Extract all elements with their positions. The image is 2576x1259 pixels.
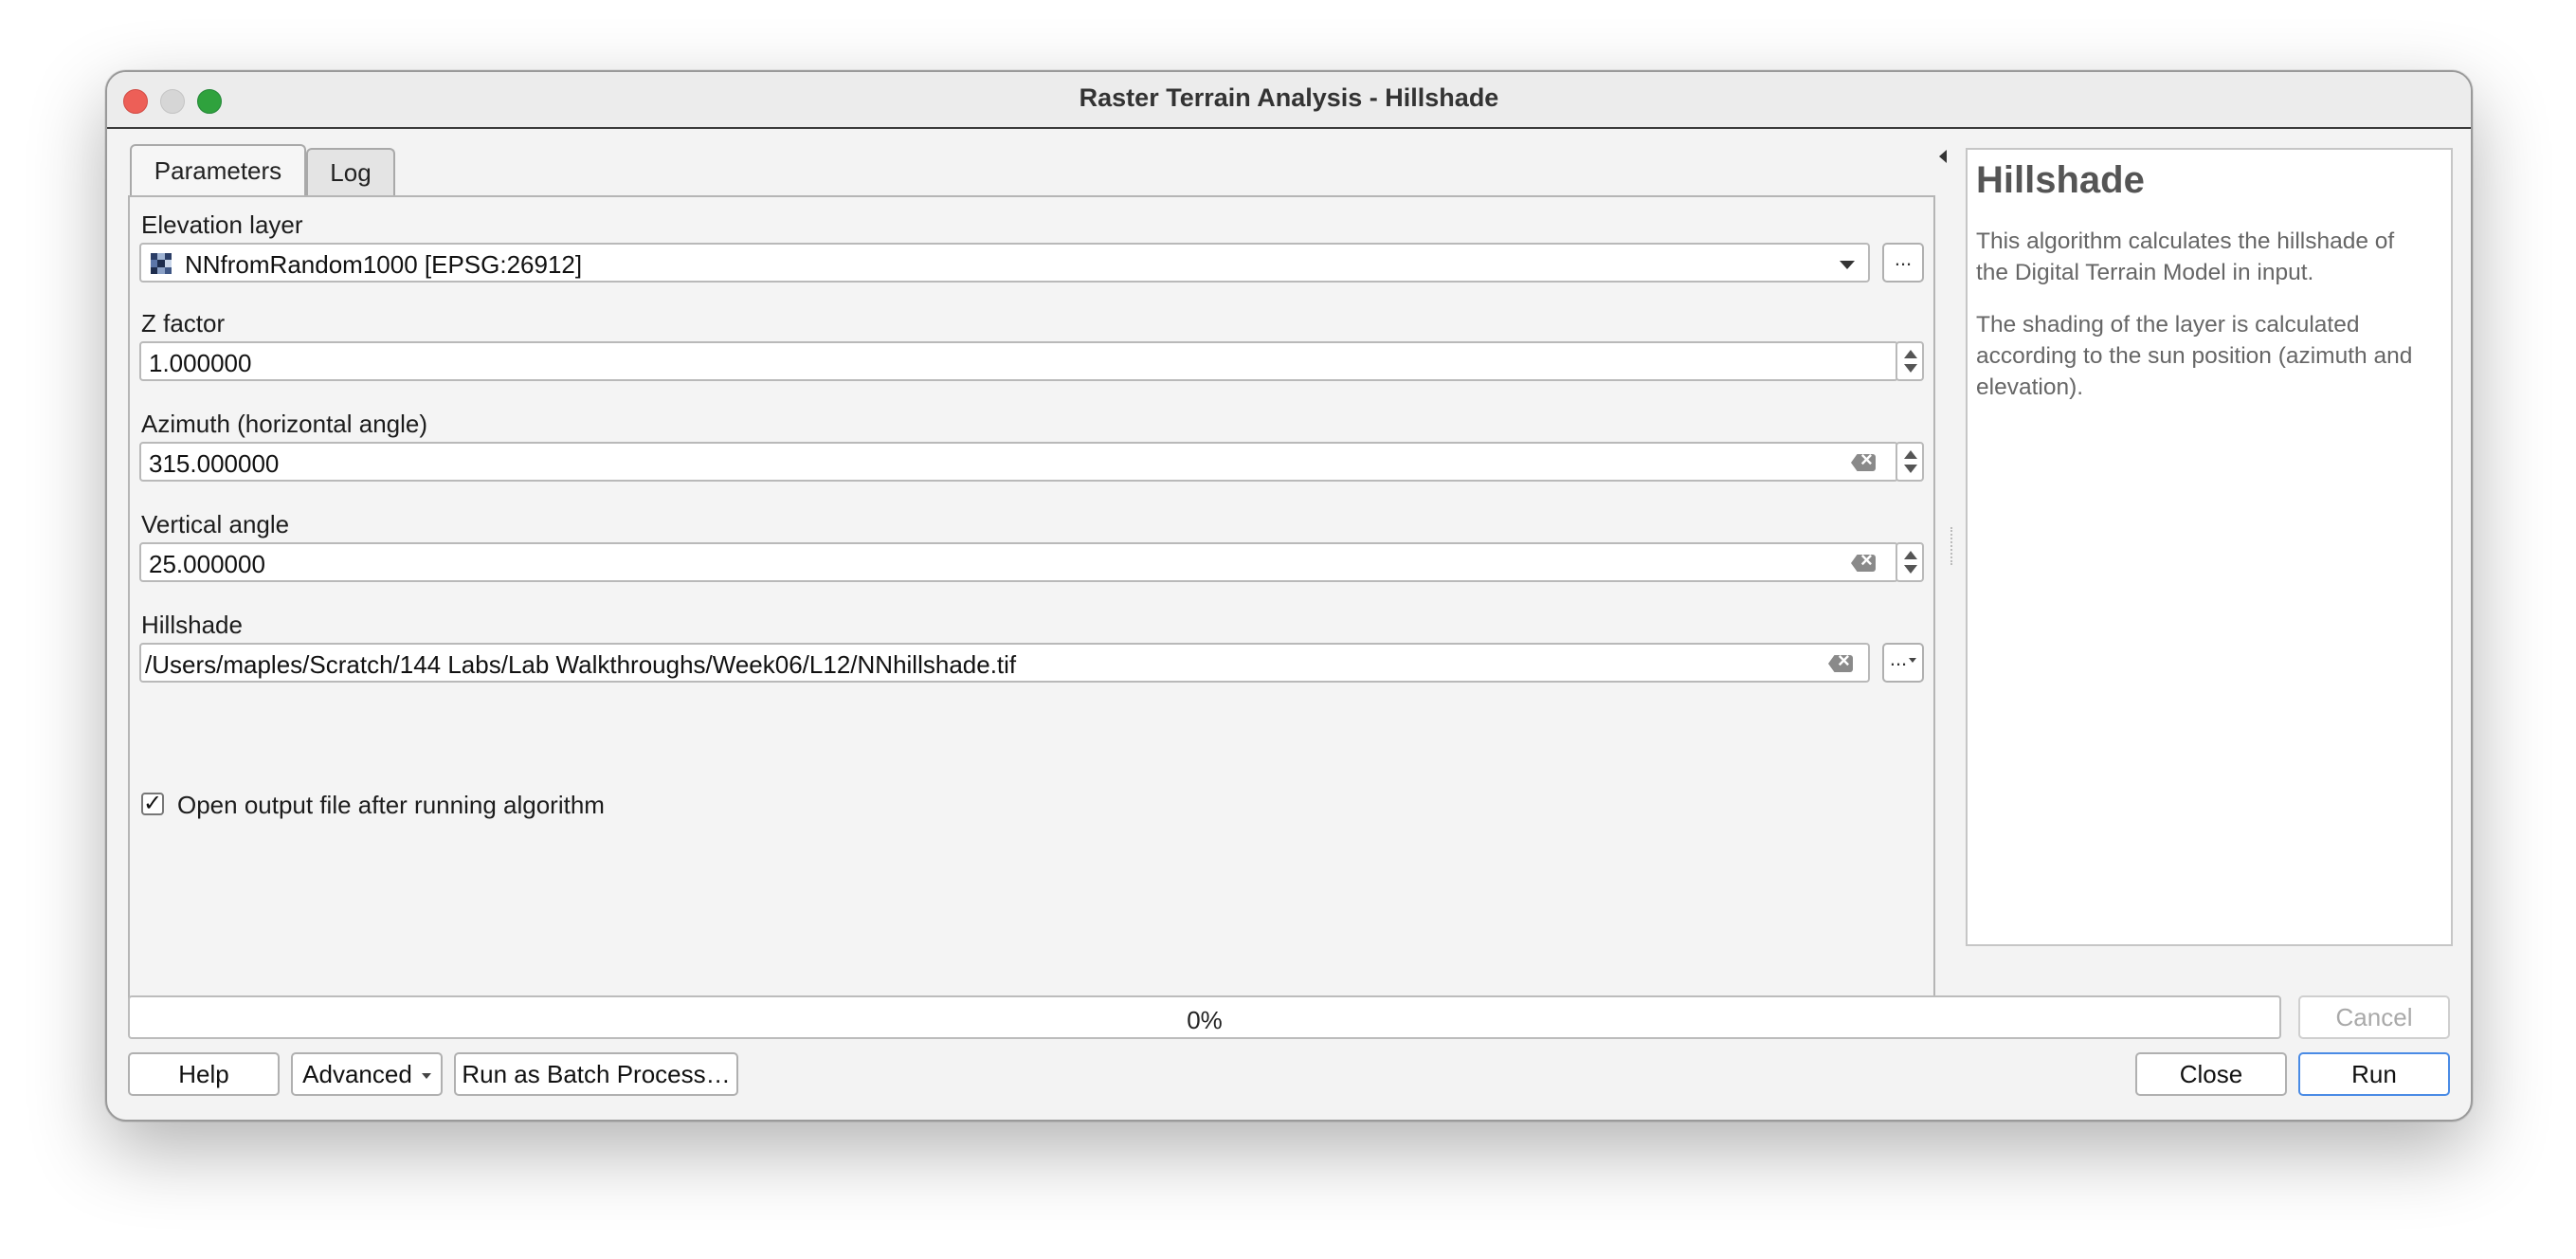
z-factor-label: Z factor	[141, 309, 226, 338]
hillshade-output-value: /Users/maples/Scratch/144 Labs/Lab Walkt…	[145, 650, 1017, 679]
progress-bar: 0%	[128, 995, 2281, 1039]
z-factor-value: 1.000000	[149, 349, 252, 377]
z-factor-stepper[interactable]	[1896, 341, 1924, 381]
vertical-angle-input[interactable]: 25.000000	[139, 542, 1898, 582]
help-paragraph-1: This algorithm calculates the hillshade …	[1976, 228, 2395, 285]
parameters-panel: Elevation layer NNfromRandom1000 [EPSG:2…	[128, 195, 1935, 1014]
window-title: Raster Terrain Analysis - Hillshade	[1079, 83, 1499, 112]
hillshade-output-path[interactable]: /Users/maples/Scratch/144 Labs/Lab Walkt…	[139, 643, 1870, 683]
open-output-checkbox[interactable]: ✓	[141, 793, 164, 815]
stepper-down-icon[interactable]	[1904, 465, 1917, 473]
clear-icon[interactable]	[1828, 655, 1853, 672]
advanced-button[interactable]: Advanced	[291, 1052, 443, 1096]
cancel-button[interactable]: Cancel	[2298, 995, 2450, 1039]
azimuth-stepper[interactable]	[1896, 442, 1924, 482]
hillshade-dialog: Raster Terrain Analysis - Hillshade Para…	[105, 70, 2473, 1122]
collapse-help-icon[interactable]	[1939, 150, 1947, 163]
azimuth-value: 315.000000	[149, 449, 280, 478]
chevron-down-icon	[1909, 657, 1917, 663]
chevron-down-icon	[1840, 261, 1855, 269]
tab-parameters[interactable]: Parameters	[130, 144, 306, 195]
help-paragraph-2: The shading of the layer is calculated a…	[1976, 312, 2413, 400]
help-title: Hillshade	[1976, 159, 2145, 201]
help-button[interactable]: Help	[128, 1052, 280, 1096]
splitter-handle[interactable]	[1950, 527, 1956, 565]
vertical-angle-stepper[interactable]	[1896, 542, 1924, 582]
stepper-up-icon[interactable]	[1904, 350, 1917, 358]
clear-icon[interactable]	[1851, 454, 1876, 471]
hillshade-output-label: Hillshade	[141, 611, 243, 639]
elevation-browse-button[interactable]: ...	[1882, 243, 1924, 283]
elevation-layer-label: Elevation layer	[141, 210, 303, 239]
stepper-down-icon[interactable]	[1904, 364, 1917, 373]
close-button[interactable]: Close	[2135, 1052, 2287, 1096]
z-factor-input[interactable]: 1.000000	[139, 341, 1898, 381]
hillshade-browse-button[interactable]: ...	[1882, 643, 1924, 683]
stepper-down-icon[interactable]	[1904, 565, 1917, 574]
azimuth-input[interactable]: 315.000000	[139, 442, 1898, 482]
stepper-up-icon[interactable]	[1904, 551, 1917, 559]
elevation-layer-combo[interactable]: NNfromRandom1000 [EPSG:26912]	[139, 243, 1870, 283]
run-batch-button[interactable]: Run as Batch Process…	[454, 1052, 738, 1096]
progress-text: 0%	[1187, 1006, 1223, 1034]
azimuth-label: Azimuth (horizontal angle)	[141, 410, 428, 438]
elevation-layer-value: NNfromRandom1000 [EPSG:26912]	[185, 250, 583, 279]
tab-log[interactable]: Log	[306, 148, 395, 195]
vertical-angle-label: Vertical angle	[141, 510, 290, 538]
clear-icon[interactable]	[1851, 555, 1876, 572]
open-output-label: Open output file after running algorithm	[177, 791, 605, 819]
title-bar: Raster Terrain Analysis - Hillshade	[107, 72, 2471, 129]
help-panel: Hillshade This algorithm calculates the …	[1966, 148, 2453, 946]
run-button[interactable]: Run	[2298, 1052, 2450, 1096]
stepper-up-icon[interactable]	[1904, 450, 1917, 459]
vertical-angle-value: 25.000000	[149, 550, 265, 578]
chevron-down-icon	[421, 1073, 431, 1080]
raster-layer-icon	[151, 253, 172, 274]
